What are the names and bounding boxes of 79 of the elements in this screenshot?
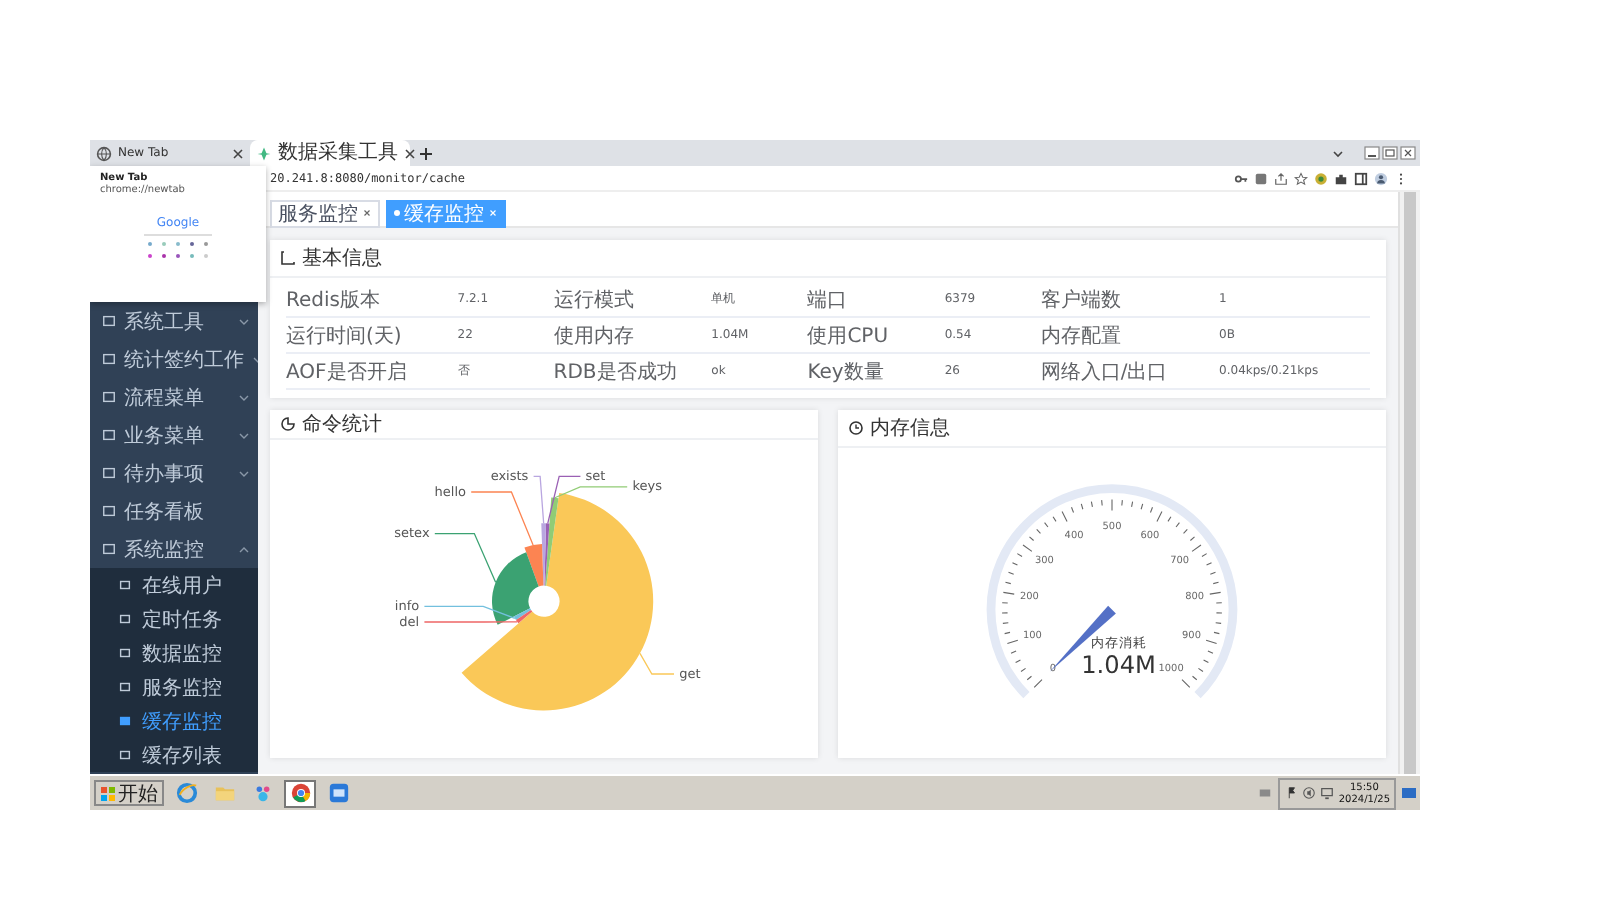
gauge-value: 1.04M	[1081, 651, 1156, 680]
table-cell-text: 使用内存	[553, 323, 636, 349]
scrollbar[interactable]	[1398, 192, 1420, 774]
pie-icon	[280, 416, 296, 432]
menu-icon	[102, 390, 116, 404]
chevron-icon	[238, 429, 250, 441]
table-cell-text: 运行时间(天)	[286, 323, 404, 349]
menu-icon	[118, 612, 132, 626]
new-tab-icon[interactable]	[418, 145, 434, 161]
card-title: 基本信息	[302, 245, 382, 272]
menu-item[interactable]: 系统监控	[90, 530, 258, 568]
profile-icon[interactable]	[1374, 171, 1388, 185]
menu-icon	[118, 680, 132, 694]
table-cell-text: 使用CPU	[807, 323, 891, 349]
table-cell-text: Redis版本	[286, 287, 382, 313]
menu-item[interactable]: 待办事项	[90, 454, 258, 492]
folder-icon	[213, 782, 235, 804]
chevron-down-icon[interactable]	[1332, 147, 1344, 159]
page-tag[interactable]: 服务监控	[270, 199, 380, 227]
leader-line	[434, 532, 497, 583]
app-icon	[327, 782, 349, 804]
table-cell-text: 运行模式	[553, 287, 636, 313]
chevron-icon	[238, 315, 250, 327]
leader-line	[639, 652, 675, 675]
chrome-icon	[289, 782, 311, 804]
submenu-item[interactable]: 在线用户	[90, 568, 258, 602]
menu-item[interactable]: 任务看板	[90, 492, 258, 530]
windows-flag-icon	[100, 785, 116, 801]
menu-item[interactable]: 系统工具	[90, 302, 258, 340]
table-cell-text: 网络入口/出口	[1040, 359, 1170, 385]
submenu-item[interactable]: 缓存监控	[90, 704, 258, 738]
side-panel-icon[interactable]	[1354, 171, 1368, 185]
table-cell-text: AOF是否开启	[286, 359, 409, 385]
key-icon[interactable]	[1234, 171, 1248, 185]
menu-icon	[102, 314, 116, 328]
table-cell-text: 客户端数	[1040, 287, 1123, 313]
volume-icon[interactable]	[1302, 786, 1317, 800]
menu-icon	[102, 352, 116, 366]
menu-item[interactable]: 业务菜单	[90, 416, 258, 454]
flag-icon[interactable]	[1284, 786, 1299, 800]
card-title: 内存信息	[870, 415, 950, 442]
submenu-item[interactable]: 数据监控	[90, 636, 258, 670]
star-icon[interactable]	[1294, 171, 1308, 185]
extension-icon[interactable]	[1314, 171, 1328, 185]
table-cell-text: RDB是否成功	[553, 359, 679, 385]
table-cell-text: 端口	[807, 287, 850, 313]
menu-icon	[102, 428, 116, 442]
menu-icon	[102, 466, 116, 480]
menu-item[interactable]: 流程菜单	[90, 378, 258, 416]
close-icon[interactable]	[362, 208, 372, 218]
submenu-item[interactable]: 缓存列表	[90, 738, 258, 772]
menu-icon	[118, 646, 132, 660]
submenu-item[interactable]: 服务监控	[90, 670, 258, 704]
start-button[interactable]: 开始	[94, 780, 164, 806]
globe-icon	[96, 145, 112, 161]
browser-e-icon	[175, 782, 197, 804]
clock-icon	[848, 420, 864, 436]
browser-tab[interactable]: 数据采集工具	[250, 140, 410, 166]
chevron-icon	[238, 543, 250, 555]
shortcut-tiles-drawing	[144, 234, 212, 262]
chevron-icon	[238, 391, 250, 403]
chevron-icon	[238, 467, 250, 479]
paw-icon	[251, 782, 273, 804]
leaf-icon	[256, 145, 272, 161]
menu-icon	[118, 714, 132, 728]
menu-icon	[118, 748, 132, 762]
close-icon[interactable]	[404, 147, 416, 159]
submenu-item[interactable]: 定时任务	[90, 602, 258, 636]
share-icon[interactable]	[1274, 171, 1288, 185]
table-cell-text: 内存配置	[1040, 323, 1123, 349]
minimize-icon[interactable]	[1364, 146, 1380, 160]
close-icon[interactable]	[232, 147, 244, 159]
menu-icon	[102, 542, 116, 556]
close-icon[interactable]	[1400, 146, 1416, 160]
menu-icon	[102, 504, 116, 518]
card-title: 命令统计	[302, 411, 382, 438]
menu-icon	[118, 578, 132, 592]
taskbar-app[interactable]	[284, 779, 316, 807]
table-cell-text: Key数量	[807, 359, 886, 385]
